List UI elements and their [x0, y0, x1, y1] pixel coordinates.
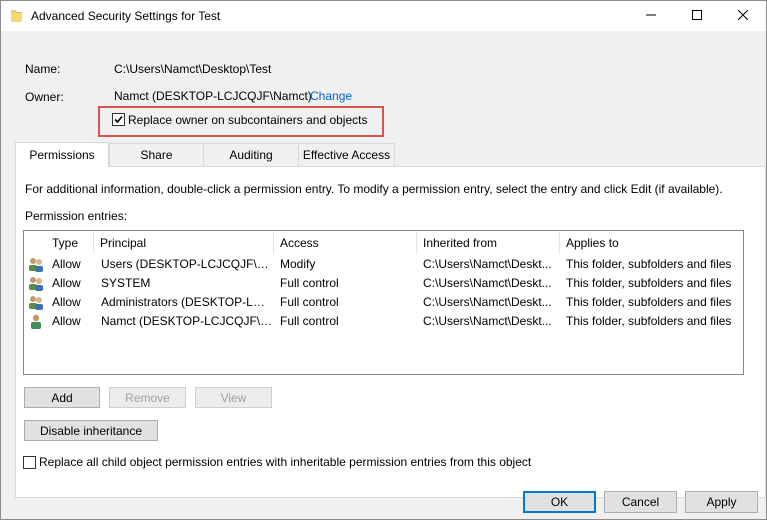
- permission-entries-list[interactable]: Type Principal Access Inherited from App…: [23, 230, 744, 375]
- add-button-label: Add: [51, 390, 73, 405]
- view-button[interactable]: View: [195, 387, 272, 408]
- cell-type: Allow: [52, 295, 81, 309]
- column-header-applies-to[interactable]: Applies to: [560, 231, 743, 254]
- cell-access: Modify: [280, 257, 316, 271]
- column-header-inherited-from[interactable]: Inherited from: [417, 231, 560, 254]
- remove-button[interactable]: Remove: [109, 387, 186, 408]
- tab-permissions[interactable]: Permissions: [15, 142, 109, 167]
- view-button-label: View: [220, 390, 247, 405]
- cell-principal: Namct (DESKTOP-LCJCQJF\N...: [101, 314, 273, 328]
- minimize-button[interactable]: [628, 1, 674, 31]
- cell-inherited-from: C:\Users\Namct\Deskt...: [423, 257, 552, 271]
- cell-principal: SYSTEM: [101, 276, 151, 290]
- name-value: C:\Users\Namct\Desktop\Test: [114, 62, 272, 76]
- cell-access: Full control: [280, 314, 339, 328]
- tab-share-label: Share: [140, 148, 173, 162]
- replace-child-permissions-label[interactable]: Replace all child object permission entr…: [39, 455, 531, 469]
- table-row[interactable]: Allow Users (DESKTOP-LCJCQJF\Use... Modi…: [24, 255, 743, 274]
- column-inherited-label: Inherited from: [423, 235, 498, 250]
- window-title: Advanced Security Settings for Test: [31, 9, 221, 23]
- ok-button[interactable]: OK: [523, 491, 596, 513]
- cell-type: Allow: [52, 257, 81, 271]
- remove-button-label: Remove: [125, 390, 170, 405]
- table-row[interactable]: Allow SYSTEM Full control C:\Users\Namct…: [24, 274, 743, 293]
- column-access-label: Access: [280, 235, 319, 250]
- apply-button[interactable]: Apply: [685, 491, 758, 513]
- permissions-info-text: For additional information, double-click…: [25, 182, 723, 196]
- cell-applies-to: This folder, subfolders and files: [566, 276, 732, 290]
- cell-inherited-from: C:\Users\Namct\Deskt...: [423, 314, 552, 328]
- close-button[interactable]: [720, 1, 766, 31]
- maximize-button[interactable]: [674, 1, 720, 31]
- owner-label: Owner:: [25, 90, 64, 104]
- cell-applies-to: This folder, subfolders and files: [566, 314, 732, 328]
- table-row[interactable]: Allow Administrators (DESKTOP-LCJ... Ful…: [24, 293, 743, 312]
- cell-inherited-from: C:\Users\Namct\Deskt...: [423, 276, 552, 290]
- advanced-security-window: Advanced Security Settings for Test Name…: [0, 0, 767, 520]
- replace-owner-label[interactable]: Replace owner on subcontainers and objec…: [128, 113, 367, 127]
- checkmark-icon: [114, 115, 123, 124]
- close-icon: [737, 9, 749, 23]
- cell-inherited-from: C:\Users\Namct\Deskt...: [423, 295, 552, 309]
- cell-access: Full control: [280, 276, 339, 290]
- column-header-principal[interactable]: Principal: [94, 231, 274, 254]
- title-bar[interactable]: Advanced Security Settings for Test: [1, 1, 766, 31]
- table-row[interactable]: Allow Namct (DESKTOP-LCJCQJF\N... Full c…: [24, 312, 743, 331]
- cell-principal: Users (DESKTOP-LCJCQJF\Use...: [101, 257, 273, 271]
- tab-permissions-label: Permissions: [29, 148, 95, 162]
- cell-type: Allow: [52, 276, 81, 290]
- tab-effective-access[interactable]: Effective Access: [298, 143, 395, 166]
- minimize-icon: [646, 9, 656, 23]
- single-user-icon: [28, 314, 44, 329]
- cancel-button[interactable]: Cancel: [604, 491, 677, 513]
- disable-inheritance-button[interactable]: Disable inheritance: [24, 420, 158, 441]
- tab-share[interactable]: Share: [109, 143, 204, 166]
- column-type-label: Type: [52, 235, 79, 250]
- maximize-icon: [692, 9, 702, 23]
- tab-effective-access-label: Effective Access: [302, 148, 391, 162]
- column-applies-label: Applies to: [566, 235, 619, 250]
- group-users-icon: [28, 257, 44, 272]
- disable-inheritance-label: Disable inheritance: [39, 423, 143, 438]
- apply-button-label: Apply: [706, 495, 737, 509]
- cell-type: Allow: [52, 314, 81, 328]
- ok-button-label: OK: [550, 495, 569, 509]
- name-label: Name:: [25, 62, 61, 76]
- cell-applies-to: This folder, subfolders and files: [566, 257, 732, 271]
- replace-owner-checkbox[interactable]: [112, 113, 125, 126]
- owner-value: Namct (DESKTOP-LCJCQJF\Namct): [114, 89, 312, 103]
- cell-access: Full control: [280, 295, 339, 309]
- cell-principal: Administrators (DESKTOP-LCJ...: [101, 295, 273, 309]
- cancel-button-label: Cancel: [621, 495, 660, 509]
- change-owner-link[interactable]: Change: [310, 89, 352, 103]
- group-users-icon: [28, 295, 44, 310]
- folder-icon: [11, 9, 23, 23]
- add-button[interactable]: Add: [24, 387, 100, 408]
- permission-entries-label: Permission entries:: [25, 209, 128, 223]
- column-header-type[interactable]: Type: [46, 231, 94, 254]
- tab-auditing-label: Auditing: [229, 148, 273, 162]
- column-principal-label: Principal: [100, 235, 147, 250]
- dialog-body: Name: C:\Users\Namct\Desktop\Test Owner:…: [1, 31, 766, 519]
- column-header-access[interactable]: Access: [274, 231, 417, 254]
- cell-applies-to: This folder, subfolders and files: [566, 295, 732, 309]
- tab-auditing[interactable]: Auditing: [203, 143, 299, 166]
- replace-child-permissions-checkbox[interactable]: [23, 456, 36, 469]
- group-users-icon: [28, 276, 44, 291]
- list-header: Type Principal Access Inherited from App…: [24, 231, 743, 254]
